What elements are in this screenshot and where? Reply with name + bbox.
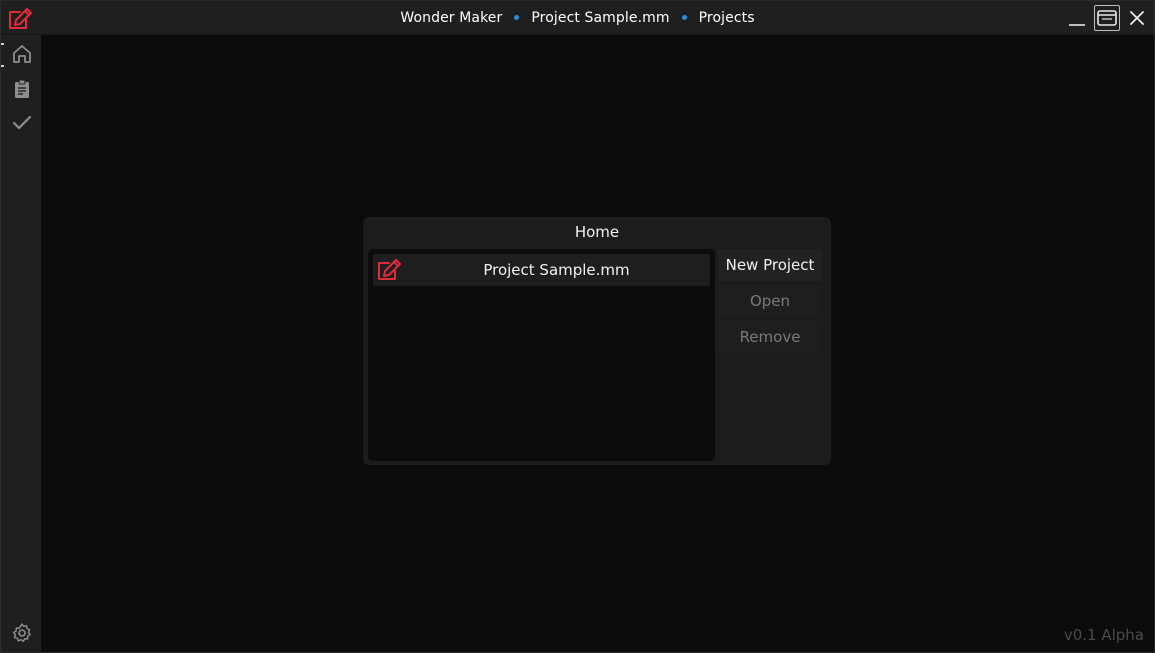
current-project-name: Project Sample.mm — [531, 9, 670, 26]
app-name: Wonder Maker — [400, 9, 503, 26]
gear-icon — [12, 623, 31, 643]
resize-handle-mark — [1, 65, 4, 67]
version-label: v0.1 Alpha — [1063, 626, 1144, 644]
open-project-button[interactable]: Open — [718, 285, 822, 317]
close-icon — [1130, 11, 1144, 25]
resize-handle-mark — [1, 43, 4, 45]
list-item[interactable]: Project Sample.mm — [373, 254, 710, 286]
project-name: Project Sample.mm — [483, 261, 630, 279]
maximize-button[interactable] — [1094, 5, 1120, 31]
sidebar-item-documents[interactable] — [11, 78, 33, 100]
clipboard-icon — [15, 79, 29, 98]
edit-document-icon — [376, 258, 402, 282]
project-actions: New Project Open Remove — [718, 249, 822, 357]
current-section: Projects — [698, 9, 755, 26]
sidebar-item-settings[interactable] — [11, 622, 33, 644]
close-button[interactable] — [1124, 5, 1150, 31]
minimize-button[interactable] — [1064, 5, 1090, 31]
check-icon — [12, 115, 32, 130]
window-controls — [1064, 5, 1150, 31]
sidebar-item-home[interactable] — [11, 43, 33, 65]
remove-project-button[interactable]: Remove — [718, 321, 822, 353]
title-separator — [681, 15, 687, 20]
sidebar — [1, 35, 41, 652]
window-maximize-icon — [1097, 10, 1117, 26]
home-icon — [13, 45, 31, 63]
app-window: Wonder Maker Project Sample.mm Projects — [0, 0, 1155, 653]
sidebar-item-tasks[interactable] — [11, 112, 33, 134]
window-title: Wonder Maker Project Sample.mm Projects — [1, 1, 1154, 34]
title-separator — [514, 15, 520, 20]
new-project-button[interactable]: New Project — [718, 249, 822, 281]
minimize-icon — [1069, 24, 1085, 26]
home-panel: Home Project Sample.mm New Project Open … — [363, 217, 831, 465]
title-bar[interactable]: Wonder Maker Project Sample.mm Projects — [1, 1, 1154, 35]
project-list[interactable]: Project Sample.mm — [368, 249, 715, 461]
panel-title: Home — [574, 223, 620, 241]
